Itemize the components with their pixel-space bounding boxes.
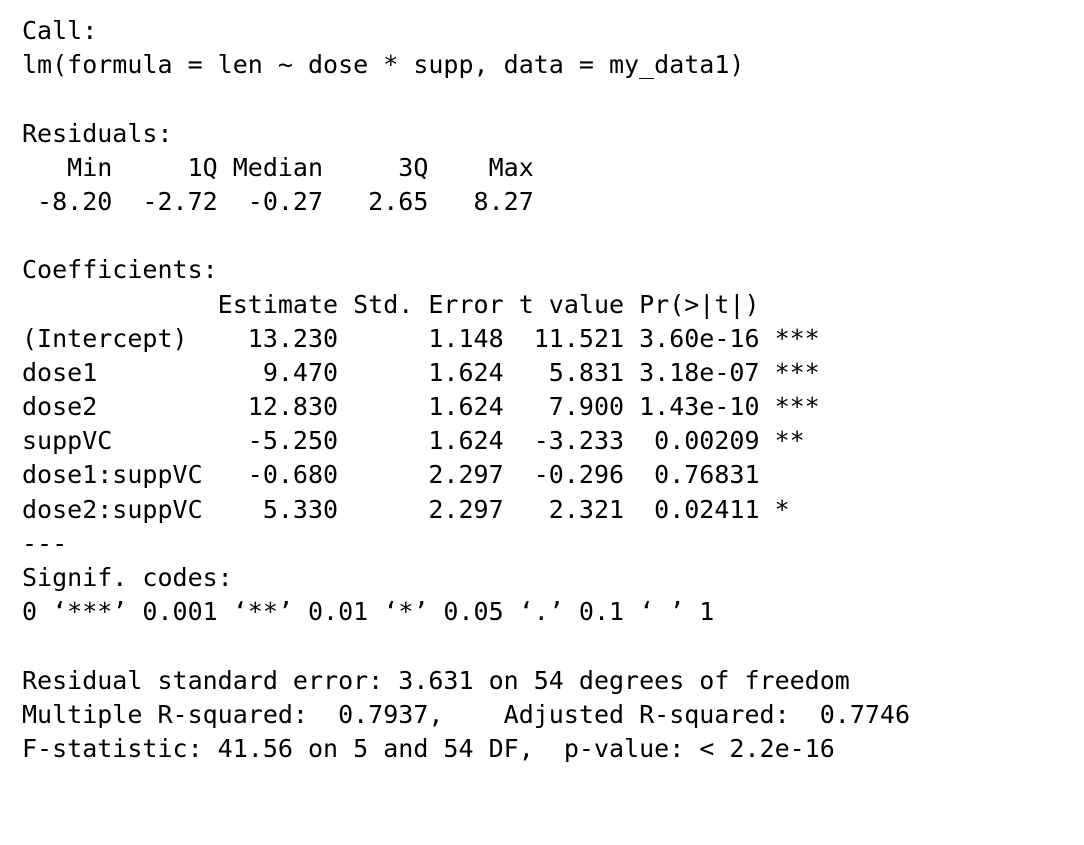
- signif-codes-header: Signif. codes:: [22, 563, 233, 592]
- call-formula: lm(formula = len ~ dose * supp, data = m…: [22, 50, 745, 80]
- regression-summary-output: Call: lm(formula = len ~ dose * supp, dat…: [22, 14, 925, 766]
- coef-row-dose1-suppvc: dose1:suppVC -0.680 2.297 -0.296 0.76831: [22, 460, 820, 490]
- coef-row-suppvc: suppVC -5.250 1.624 -3.233 0.00209 **: [22, 426, 820, 456]
- r-squared-line: Multiple R-squared: 0.7937, Adjusted R-s…: [22, 699, 926, 729]
- f-statistic-line: F-statistic: 41.56 on 5 and 54 DF, p-val…: [22, 733, 835, 763]
- coefficients-header: Coefficients:: [22, 255, 218, 285]
- coef-row-intercept: (Intercept) 13.230 1.148 11.521 3.60e-16…: [22, 323, 820, 353]
- coef-row-dose2: dose2 12.830 1.624 7.900 1.43e-10 ***: [22, 392, 820, 422]
- residuals-header: Residuals:: [22, 118, 173, 148]
- coefficients-column-header: Estimate Std. Error t value Pr(>|t|): [22, 289, 820, 319]
- separator-line: ---: [22, 528, 68, 558]
- residuals-labels-row: Min 1Q Median 3Q Max: [22, 152, 549, 182]
- coef-row-dose1: dose1 9.470 1.624 5.831 3.18e-07 ***: [22, 357, 820, 387]
- residuals-values-row: -8.20 -2.72 -0.27 2.65 8.27: [22, 186, 549, 216]
- call-header: Call:: [22, 16, 98, 45]
- signif-codes-legend: 0 ‘***’ 0.001 ‘**’ 0.01 ‘*’ 0.05 ‘.’ 0.1…: [22, 597, 715, 627]
- coef-row-dose2-suppvc: dose2:suppVC 5.330 2.297 2.321 0.02411 *: [22, 494, 820, 524]
- residual-standard-error: Residual standard error: 3.631 on 54 deg…: [22, 665, 850, 695]
